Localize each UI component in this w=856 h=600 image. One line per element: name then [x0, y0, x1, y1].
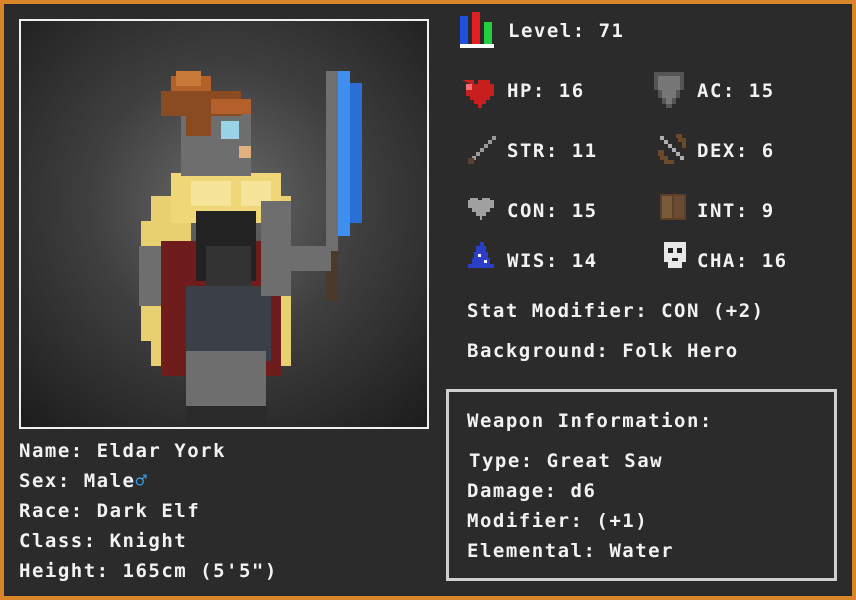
sword-icon — [468, 136, 496, 164]
name-text: Name: Eldar York — [19, 440, 227, 462]
book-icon — [660, 194, 686, 220]
class-text: Class: Knight — [19, 530, 188, 552]
wizard-hat-icon — [468, 242, 494, 268]
bow-icon — [658, 134, 686, 164]
level-text: Level: 71 — [508, 20, 625, 42]
wis-text: WIS: 14 — [507, 250, 598, 272]
heart-icon — [462, 80, 494, 108]
weapon-modifier-text: Modifier: (+1) — [467, 510, 649, 532]
weapon-damage-text: Damage: d6 — [467, 480, 597, 502]
dex-text: DEX: 6 — [697, 140, 775, 162]
int-text: INT: 9 — [697, 200, 775, 222]
character-portrait — [19, 19, 429, 429]
background-text: Background: Folk Hero — [467, 340, 739, 362]
weapon-title: Weapon Information: — [467, 410, 713, 432]
knight-sprite — [139, 71, 362, 427]
mask-icon — [664, 242, 686, 268]
str-text: STR: 11 — [507, 140, 598, 162]
shield-icon — [654, 72, 684, 108]
grey-heart-icon — [468, 198, 494, 220]
sex-line: Sex: Male♂ — [19, 470, 148, 492]
ac-text: AC: 15 — [697, 80, 775, 102]
sex-text: Sex: Male — [19, 470, 136, 492]
weapon-elemental-text: Elemental: Water — [467, 540, 675, 562]
cha-text: CHA: 16 — [697, 250, 788, 272]
male-symbol-icon: ♂ — [135, 470, 149, 492]
level-bars-icon — [460, 12, 494, 48]
con-text: CON: 15 — [507, 200, 598, 222]
weapon-type-text: Type: Great Saw — [469, 450, 664, 472]
height-text: Height: 165cm (5'5") — [19, 560, 278, 582]
hp-text: HP: 16 — [507, 80, 585, 102]
race-text: Race: Dark Elf — [19, 500, 201, 522]
stat-modifier-text: Stat Modifier: CON (+2) — [467, 300, 765, 322]
